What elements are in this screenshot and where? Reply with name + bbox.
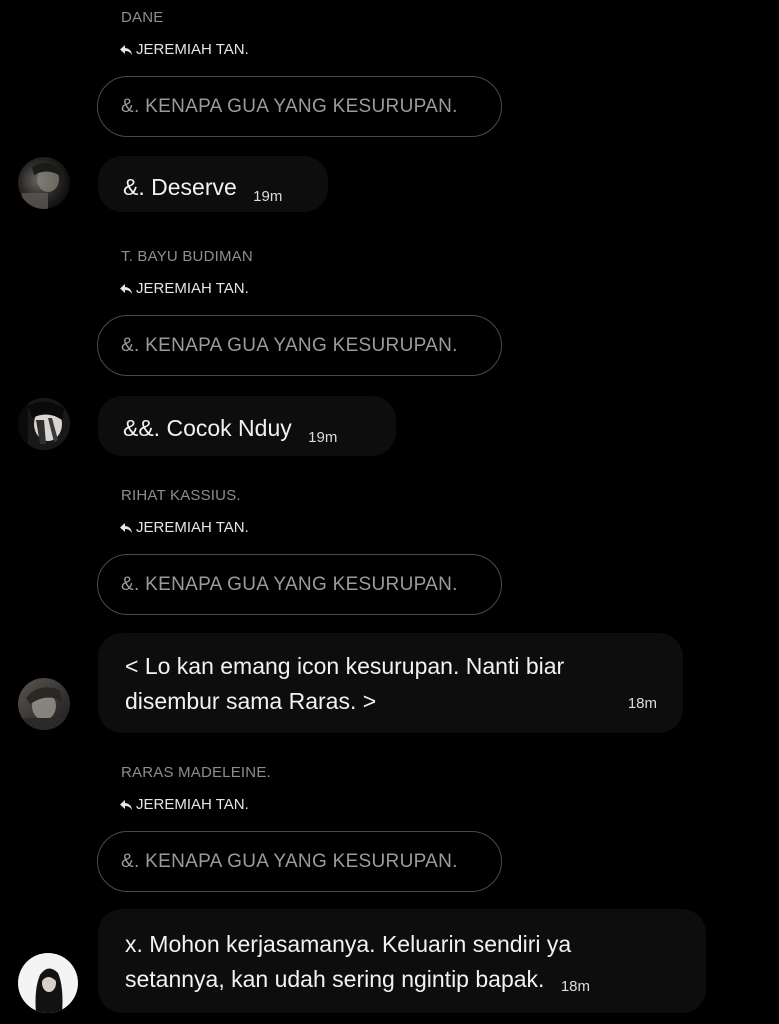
avatar[interactable] xyxy=(18,398,70,450)
reply-to-label: JEREMIAH TAN. xyxy=(119,280,249,297)
avatar[interactable] xyxy=(18,678,70,730)
message-text: &. Deserve xyxy=(123,174,237,200)
reply-to-name: JEREMIAH TAN. xyxy=(136,280,249,297)
reply-arrow-icon xyxy=(119,799,133,811)
quoted-message[interactable]: &. KENAPA GUA YANG KESURUPAN. xyxy=(97,831,502,892)
message-text-line: disembur sama Raras. > xyxy=(125,688,377,714)
reply-arrow-icon xyxy=(119,522,133,534)
quoted-message[interactable]: &. KENAPA GUA YANG KESURUPAN. xyxy=(97,554,502,615)
avatar[interactable] xyxy=(18,157,70,209)
reply-arrow-icon xyxy=(119,44,133,56)
message-timestamp: 19m xyxy=(253,188,283,205)
reply-to-name: JEREMIAH TAN. xyxy=(136,519,249,536)
message-bubble[interactable]: &. Deserve 19m xyxy=(98,156,328,212)
message-timestamp: 18m xyxy=(560,978,590,995)
sender-name: RARAS MADELEINE. xyxy=(121,764,271,781)
sender-name: DANE xyxy=(121,9,164,26)
profile-photo-icon xyxy=(18,398,70,450)
message-text: setannya, kan udah sering ngintip bapak. xyxy=(125,966,545,992)
message-bubble[interactable]: < Lo kan emang icon kesurupan. Nanti bia… xyxy=(98,633,683,733)
quoted-message[interactable]: &. KENAPA GUA YANG KESURUPAN. xyxy=(97,315,502,376)
message-text-line: setannya, kan udah sering ngintip bapak.… xyxy=(125,962,706,1000)
reply-to-name: JEREMIAH TAN. xyxy=(136,796,249,813)
reply-to-label: JEREMIAH TAN. xyxy=(119,796,249,813)
reply-to-label: JEREMIAH TAN. xyxy=(119,519,249,536)
message-timestamp: 19m xyxy=(308,429,338,446)
reply-to-name: JEREMIAH TAN. xyxy=(136,41,249,58)
reply-to-label: JEREMIAH TAN. xyxy=(119,41,249,58)
message-text: &&. Cocok Nduy xyxy=(123,415,292,441)
message-bubble[interactable]: x. Mohon kerjasamanya. Keluarin sendiri … xyxy=(98,909,706,1013)
message-text-line: x. Mohon kerjasamanya. Keluarin sendiri … xyxy=(125,931,572,957)
sender-name: RIHAT KASSIUS. xyxy=(121,487,241,504)
message-timestamp: 18m xyxy=(627,695,657,712)
profile-photo-icon xyxy=(18,953,78,1013)
profile-photo-icon xyxy=(18,678,70,730)
reply-arrow-icon xyxy=(119,283,133,295)
message-text-line: < Lo kan emang icon kesurupan. Nanti bia… xyxy=(125,653,565,679)
sender-name: T. BAYU BUDIMAN xyxy=(121,248,253,265)
quoted-message[interactable]: &. KENAPA GUA YANG KESURUPAN. xyxy=(97,76,502,137)
message-bubble[interactable]: &&. Cocok Nduy 19m xyxy=(98,396,396,456)
avatar[interactable] xyxy=(18,953,78,1013)
profile-photo-icon xyxy=(18,157,70,209)
